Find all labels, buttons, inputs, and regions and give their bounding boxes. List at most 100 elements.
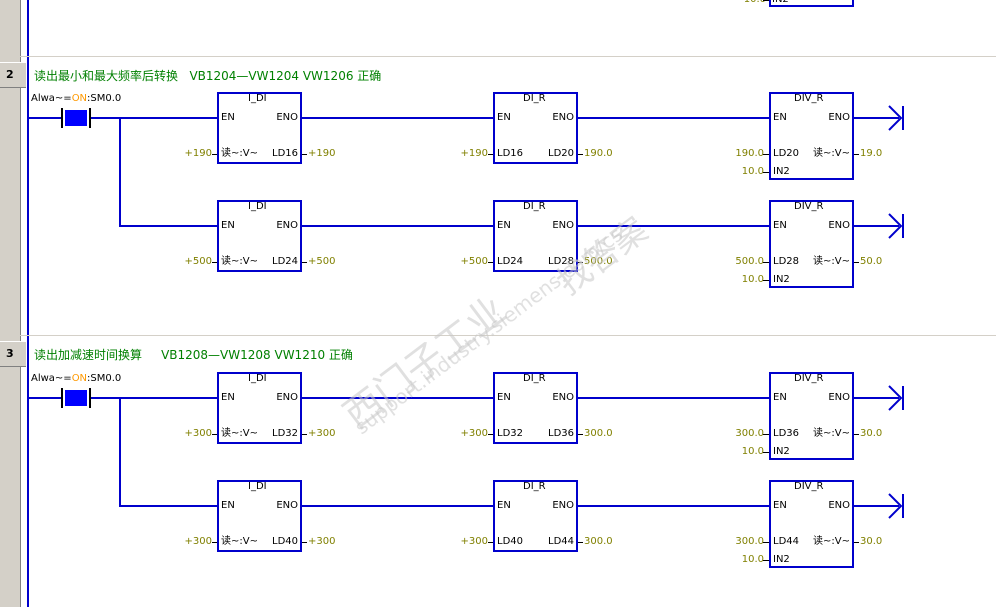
contact-state: ON [71,373,88,384]
i-di-eno-pin: ENO [276,220,298,231]
i-di-in-label: 读~:V~ [221,148,258,159]
di-r-in-label: LD24 [497,256,523,267]
i-di-in-value: +500 [184,256,212,267]
div-r-out-pin [854,154,859,155]
wire-dir-to-divr [578,117,769,119]
di-r-en-pin: EN [497,392,511,403]
network-divider [20,335,996,336]
network2-contact-sm0-0[interactable] [61,108,91,128]
i-di-out-value: +300 [308,428,336,439]
di-r-out-pin [578,262,583,263]
di-r-out-value: 300.0 [584,428,613,439]
i-di-en-pin: EN [221,112,235,123]
wire-dir-to-divr [578,505,769,507]
power-rail [27,0,29,607]
network2-wire-rail-to-contact [29,117,61,119]
i-di-out-value: +300 [308,536,336,547]
i-di-out-label: LD32 [272,428,298,439]
network2-number: 2 [6,68,14,81]
div-r-out-pin [854,542,859,543]
contact-prefix: Alwa~= [31,93,72,104]
network3-comment[interactable]: 读出加减速时间换算 VB1208—VW1208 VW1210 正确 [34,346,353,363]
div-r-in1-label: LD36 [773,428,799,439]
di-r-en-pin: EN [497,220,511,231]
di-r-out-label: LD44 [548,536,574,547]
watermark-brand: 西门子工业 [335,287,514,438]
div-r-out-value: 50.0 [860,256,883,267]
div-r-title: DIV_R [794,201,824,212]
div-r-eno-pin: ENO [828,392,850,403]
div-r-out-label: 读~:V~ [813,148,850,159]
di-r-title: DI_R [523,93,546,104]
i-di-out-label: LD40 [272,536,298,547]
di-r-out-value: 500.0 [584,256,613,267]
di-r-out-value: 190.0 [584,148,613,159]
rung-end-arrow [888,385,904,411]
i-di-title: I_DI [248,481,267,492]
di-r-out-pin [578,434,583,435]
di-r-eno-pin: ENO [552,392,574,403]
i-di-title: I_DI [248,373,267,384]
i-di-en-pin: EN [221,500,235,511]
contact-prefix: Alwa~= [31,373,72,384]
di-r-out-pin [578,542,583,543]
i-di-in-label: 读~:V~ [221,256,258,267]
di-r-title: DI_R [523,201,546,212]
di-r-out-value: 300.0 [584,536,613,547]
network3-wire-rail-to-contact [29,397,61,399]
network2-number-cell: 2 [0,62,26,88]
div-r-in2-label: IN2 [773,554,790,565]
di-r-in-pin [488,262,493,263]
contact-state: ON [71,93,88,104]
i-di-out-pin [302,154,307,155]
network3-branch-vertical [119,398,121,507]
network1-in2-label: IN2 [772,0,789,6]
div-r-en-pin: EN [773,220,787,231]
di-r-in-value: +300 [460,536,488,547]
network2-wire-contact-out [91,117,218,119]
i-di-title: I_DI [248,93,267,104]
div-r-in1-label: LD44 [773,536,799,547]
div-r-en-pin: EN [773,500,787,511]
left-gutter [0,0,21,607]
wire-idi-to-dir [302,225,494,227]
div-r-title: DIV_R [794,93,824,104]
network3-number-cell: 3 [0,341,26,367]
di-r-out-label: LD36 [548,428,574,439]
div-r-out-value: 30.0 [860,428,883,439]
div-r-out-pin [854,434,859,435]
di-r-en-pin: EN [497,500,511,511]
div-r-title: DIV_R [794,373,824,384]
div-r-eno-pin: ENO [828,220,850,231]
network2-branch-wire [119,225,218,227]
di-r-eno-pin: ENO [552,220,574,231]
i-di-in-value: +300 [184,428,212,439]
di-r-in-value: +190 [460,148,488,159]
di-r-out-label: LD28 [548,256,574,267]
div-r-en-pin: EN [773,392,787,403]
div-r-in1-label: LD28 [773,256,799,267]
di-r-in-pin [488,154,493,155]
network3-contact-sm0-0[interactable] [61,388,91,408]
div-r-in2-value: 10.0 [741,274,764,285]
div-r-in2-value: 10.0 [741,166,764,177]
network2-comment[interactable]: 读出最小和最大频率后转换 VB1204—VW1204 VW1206 正确 [34,67,381,84]
div-r-in2-label: IN2 [773,446,790,457]
wire-idi-to-dir [302,117,494,119]
i-di-out-label: LD24 [272,256,298,267]
div-r-in1-value: 500.0 [735,256,764,267]
network3-wire-contact-out [91,397,218,399]
di-r-title: DI_R [523,373,546,384]
wire-dir-to-divr [578,225,769,227]
di-r-en-pin: EN [497,112,511,123]
div-r-out-label: 读~:V~ [813,536,850,547]
div-r-in2-label: IN2 [773,274,790,285]
rung-end-arrow [888,213,904,239]
rung-end-arrow [888,493,904,519]
di-r-in-value: +500 [460,256,488,267]
contact-address: :SM0.0 [87,373,122,384]
div-r-eno-pin: ENO [828,112,850,123]
i-di-out-pin [302,434,307,435]
div-r-title: DIV_R [794,481,824,492]
network1-in2-pin [763,0,769,1]
